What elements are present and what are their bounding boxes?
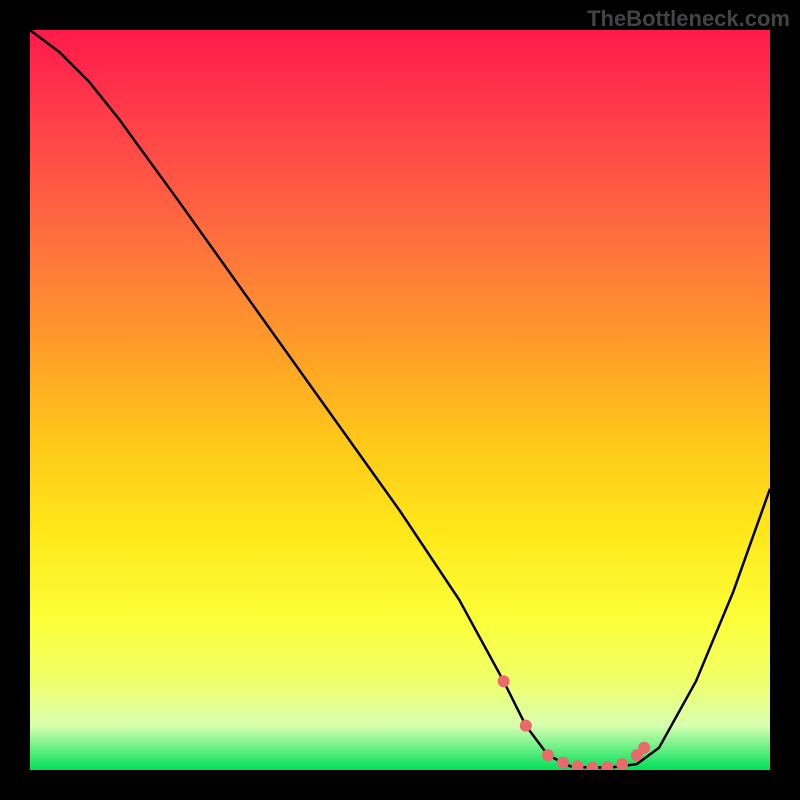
plot-area <box>30 30 770 770</box>
marker-dot <box>586 762 598 770</box>
marker-dot <box>520 720 532 732</box>
chart-svg <box>30 30 770 770</box>
marker-dot <box>616 758 628 770</box>
marker-dot <box>638 742 650 754</box>
bottleneck-curve <box>30 30 770 768</box>
marker-points <box>498 675 651 770</box>
curve-layer <box>30 30 770 768</box>
marker-dot <box>601 761 613 770</box>
marker-dot <box>572 760 584 770</box>
marker-dot <box>542 749 554 761</box>
marker-dot <box>498 675 510 687</box>
watermark-text: TheBottleneck.com <box>587 6 790 32</box>
marker-dot <box>557 757 569 769</box>
